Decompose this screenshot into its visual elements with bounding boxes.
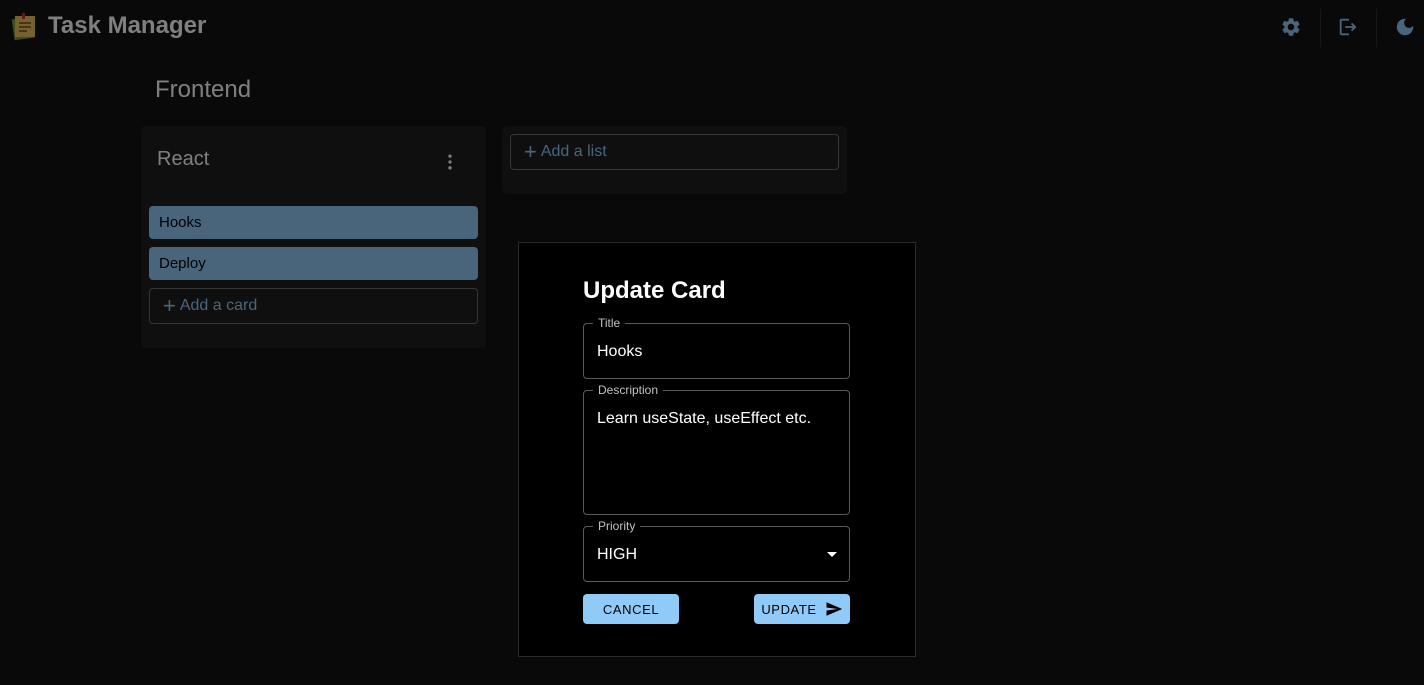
send-icon [825,600,843,618]
description-field-label: Description [593,383,664,397]
title-field-label: Title [593,316,626,330]
update-button-label: UPDATE [761,601,817,617]
update-button[interactable]: UPDATE [754,594,850,624]
priority-field-label: Priority [593,519,641,533]
description-field: Description Learn useState, useEffect et… [583,383,850,515]
title-input[interactable] [597,343,837,361]
dropdown-arrow-icon [827,552,837,557]
update-card-dialog: Update Card Title Description Learn useS… [518,242,916,657]
priority-select[interactable]: Priority HIGH [583,519,850,582]
description-textarea[interactable]: Learn useState, useEffect etc. [597,410,837,428]
cancel-button-label: CANCEL [602,601,660,617]
priority-value: HIGH [597,546,637,563]
dialog-title: Update Card [583,277,726,304]
cancel-button[interactable]: CANCEL [583,594,679,624]
title-field: Title [583,316,850,379]
